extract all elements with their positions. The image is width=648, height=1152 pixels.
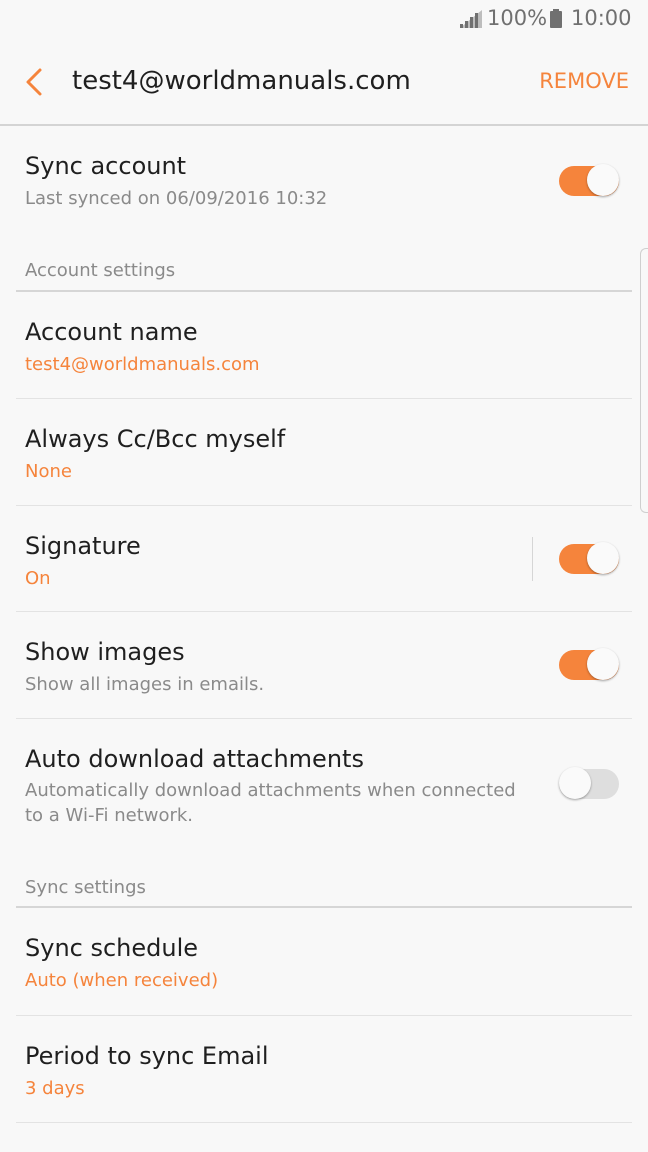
- battery-icon: [550, 9, 562, 28]
- auto-download-subtitle-line2: to a Wi-Fi network.: [25, 805, 194, 826]
- auto-download-label: Auto download attachments: [25, 745, 364, 773]
- show-images-label: Show images: [25, 638, 185, 666]
- auto-download-toggle[interactable]: [559, 767, 619, 799]
- signal-icon: [460, 10, 482, 28]
- sync-settings-header: Sync settings: [25, 877, 146, 898]
- signature-row[interactable]: Signature On: [0, 506, 648, 612]
- status-time: 10:00: [571, 6, 632, 30]
- signature-value: On: [25, 568, 51, 589]
- sync-schedule-row[interactable]: Sync schedule Auto (when received): [0, 908, 648, 1016]
- sync-account-row[interactable]: Sync account Last synced on 06/09/2016 1…: [0, 126, 648, 236]
- scrollbar[interactable]: [640, 248, 648, 513]
- battery-percent: 100%: [487, 6, 548, 30]
- period-to-sync-value: 3 days: [25, 1078, 85, 1099]
- account-name-label: Account name: [25, 318, 198, 346]
- sync-schedule-label: Sync schedule: [25, 934, 199, 962]
- page-title: test4@worldmanuals.com: [72, 66, 411, 96]
- toggle-knob: [559, 767, 591, 799]
- sync-account-label: Sync account: [25, 152, 187, 180]
- always-cc-bcc-row[interactable]: Always Cc/Bcc myself None: [0, 399, 648, 506]
- auto-download-attachments-row[interactable]: Auto download attachments Automatically …: [0, 719, 648, 854]
- period-to-sync-label: Period to sync Email: [25, 1042, 269, 1070]
- toggle-knob: [587, 164, 619, 196]
- vertical-separator: [532, 537, 533, 581]
- account-name-row[interactable]: Account name test4@worldmanuals.com: [0, 292, 648, 399]
- signature-label: Signature: [25, 532, 141, 560]
- app-bar: test4@worldmanuals.com REMOVE: [0, 40, 648, 125]
- auto-download-subtitle-line1: Automatically download attachments when …: [25, 780, 516, 801]
- status-bar: 100% 10:00: [0, 0, 648, 40]
- sync-schedule-value: Auto (when received): [25, 970, 219, 991]
- toggle-knob: [587, 542, 619, 574]
- account-name-value: test4@worldmanuals.com: [25, 354, 260, 375]
- toggle-knob: [587, 648, 619, 680]
- chevron-left-icon[interactable]: [22, 67, 46, 97]
- account-settings-header: Account settings: [25, 260, 176, 281]
- show-images-row[interactable]: Show images Show all images in emails.: [0, 612, 648, 719]
- always-cc-bcc-label: Always Cc/Bcc myself: [25, 425, 286, 453]
- show-images-toggle[interactable]: [559, 648, 619, 680]
- show-images-subtitle: Show all images in emails.: [25, 674, 265, 695]
- row-divider: [16, 1122, 632, 1123]
- always-cc-bcc-value: None: [25, 461, 72, 482]
- sync-account-subtitle: Last synced on 06/09/2016 10:32: [25, 188, 328, 209]
- signature-toggle[interactable]: [559, 542, 619, 574]
- period-to-sync-row[interactable]: Period to sync Email 3 days: [0, 1016, 648, 1123]
- sync-account-toggle[interactable]: [559, 164, 619, 196]
- remove-button[interactable]: REMOVE: [539, 69, 629, 93]
